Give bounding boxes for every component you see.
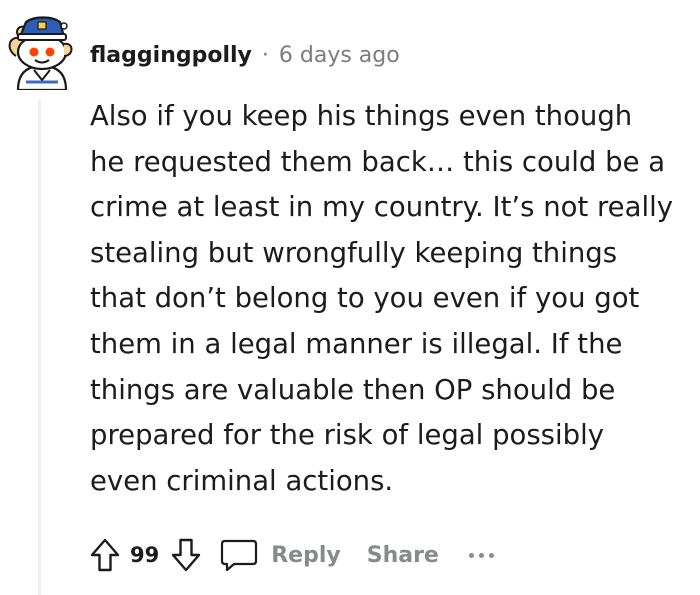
comment-body-line: them in a legal manner is illegal. If th… bbox=[90, 327, 623, 360]
thread-line[interactable] bbox=[38, 100, 41, 595]
downvote-button[interactable] bbox=[167, 532, 205, 578]
upvote-arrow-icon bbox=[90, 538, 120, 572]
share-button[interactable]: Share bbox=[367, 543, 439, 568]
snoo-sailor-avatar bbox=[8, 16, 73, 92]
reply-label: Reply bbox=[271, 542, 341, 568]
comment-body: Also if you keep his things even though … bbox=[90, 94, 694, 504]
speech-bubble-icon bbox=[221, 539, 258, 572]
timestamp[interactable]: 6 days ago bbox=[279, 43, 400, 68]
upvote-button[interactable] bbox=[86, 532, 124, 578]
username-link[interactable]: flaggingpolly bbox=[90, 43, 252, 68]
comment-body-line: Also if you keep his things even though bbox=[90, 100, 633, 132]
more-options-button[interactable] bbox=[468, 532, 494, 578]
comment-meta: flaggingpolly · 6 days ago bbox=[90, 40, 400, 70]
ellipsis-icon bbox=[468, 552, 474, 558]
reply-button[interactable]: Reply bbox=[219, 537, 341, 573]
ellipsis-icon bbox=[478, 552, 484, 558]
downvote-arrow-icon bbox=[172, 538, 201, 572]
avatar[interactable] bbox=[4, 10, 78, 92]
meta-separator: · bbox=[261, 42, 269, 68]
ellipsis-icon bbox=[488, 552, 494, 558]
vote-score: 99 bbox=[130, 543, 160, 567]
comment-actions: 99 Reply Share bbox=[86, 532, 494, 578]
comment-body-line: prepared for the risk of legal possibly bbox=[90, 419, 605, 452]
comment-body-line: stealing but wrongfully keeping things bbox=[90, 236, 618, 269]
comment-body-line: even criminal actions. bbox=[90, 464, 394, 497]
comment-body-line: crime at least in my country. It’s not r… bbox=[90, 191, 674, 224]
comment-body-line: that don’t belong to you even if you got bbox=[90, 282, 640, 315]
comment-body-line: he requested them back… this could be a bbox=[90, 145, 666, 178]
comment: flaggingpolly · 6 days ago Also if you k… bbox=[0, 0, 700, 595]
comment-body-line: things are valuable then OP should be bbox=[90, 373, 616, 406]
